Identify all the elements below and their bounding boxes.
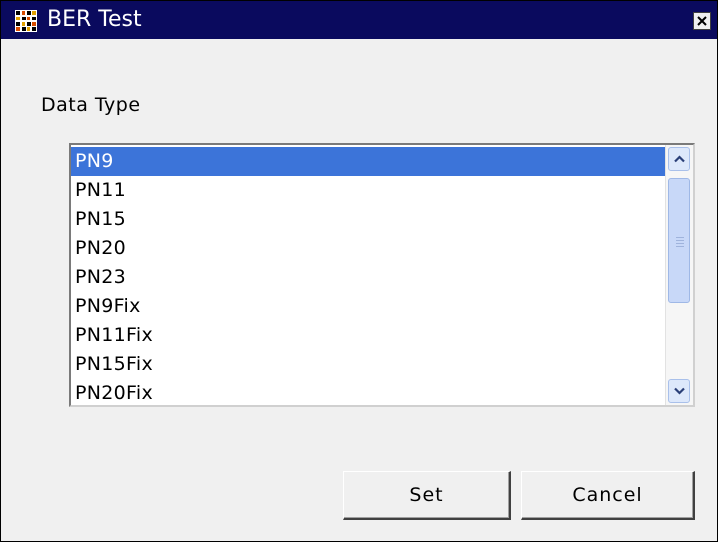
data-type-option[interactable]: PN9Fix	[71, 292, 667, 321]
chevron-down-icon	[674, 387, 685, 395]
chevron-up-icon	[674, 155, 685, 163]
close-button[interactable]	[693, 12, 711, 30]
thumb-grip-line	[676, 240, 684, 241]
data-type-listbox[interactable]: PN9 PN11 PN15 PN20 PN23 PN9Fix PN11Fix PN15Fix P…	[69, 143, 695, 407]
thumb-grip-line	[676, 237, 684, 238]
data-type-option[interactable]: PN20Fix	[71, 379, 667, 405]
data-type-option[interactable]: PN20	[71, 234, 667, 263]
data-type-option[interactable]: PN15Fix	[71, 350, 667, 379]
ber-test-dialog: BER Test Data Type PN9 PN11 PN15 PN20 PN23 PN…	[0, 0, 718, 542]
scroll-down-button[interactable]	[668, 379, 690, 403]
data-type-option[interactable]: PN9	[71, 147, 667, 176]
data-type-option[interactable]: PN23	[71, 263, 667, 292]
scroll-thumb[interactable]	[668, 178, 690, 303]
window-title: BER Test	[47, 7, 142, 32]
scroll-up-button[interactable]	[668, 147, 690, 171]
set-button[interactable]: Set	[343, 471, 511, 520]
thumb-grip-line	[676, 246, 684, 247]
ber-test-app-icon	[15, 10, 37, 32]
listbox-scrollbar[interactable]	[665, 145, 693, 405]
data-type-option[interactable]: PN11	[71, 176, 667, 205]
data-type-option[interactable]: PN11Fix	[71, 321, 667, 350]
title-bar[interactable]: BER Test	[1, 1, 717, 39]
thumb-grip-line	[676, 243, 684, 244]
data-type-label: Data Type	[41, 94, 141, 116]
cancel-button[interactable]: Cancel	[521, 471, 695, 520]
data-type-options: PN9 PN11 PN15 PN20 PN23 PN9Fix PN11Fix PN15Fix P…	[71, 147, 667, 405]
close-icon	[697, 16, 707, 26]
data-type-option[interactable]: PN15	[71, 205, 667, 234]
